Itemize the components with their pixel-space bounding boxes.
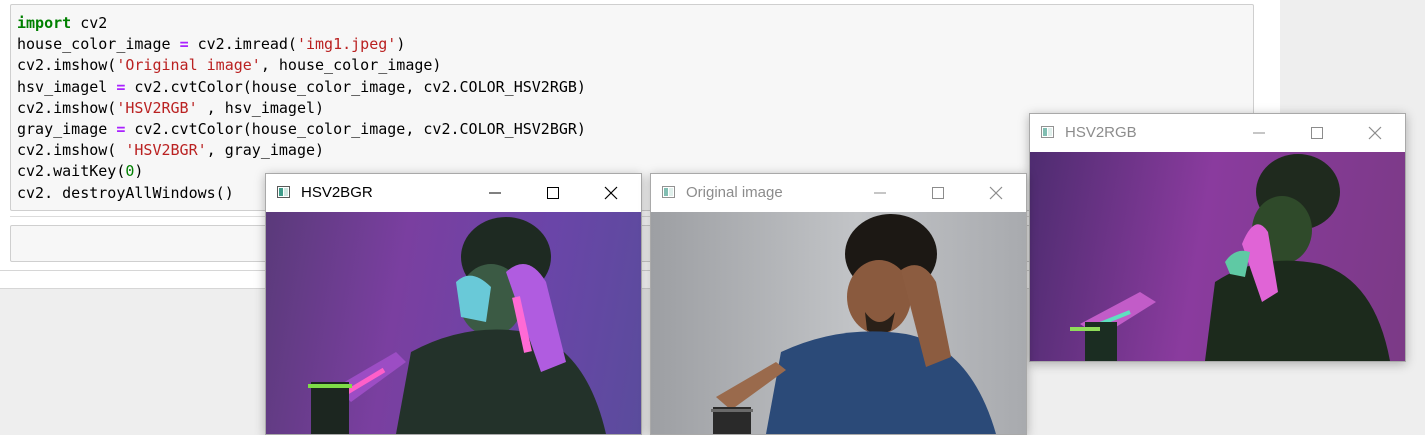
code-token: cv2.cvtColor(house_color_image, cv2.COLO… xyxy=(125,77,586,96)
close-icon xyxy=(989,186,1003,200)
minimize-button[interactable] xyxy=(852,174,910,212)
code-line[interactable]: import cv2 xyxy=(17,13,586,34)
close-icon xyxy=(1368,126,1382,140)
hsv2rgb-photo-content xyxy=(1070,154,1390,361)
maximize-icon xyxy=(1311,127,1323,139)
original-image-window[interactable]: Original image xyxy=(650,173,1027,435)
code-token: ) xyxy=(134,162,144,181)
window-titlebar[interactable]: HSV2BGR xyxy=(266,174,641,212)
code-token: cv2.imshow( xyxy=(17,141,126,160)
code-line[interactable]: hsv_imagel = cv2.cvtColor(house_color_im… xyxy=(17,77,586,98)
code-token: cv2.waitKey( xyxy=(17,162,126,181)
hsv2bgr-image xyxy=(266,212,641,434)
original-image xyxy=(651,212,1026,434)
maximize-button[interactable] xyxy=(1289,114,1347,152)
maximize-icon xyxy=(547,187,559,199)
code-line[interactable]: gray_image = cv2.cvtColor(house_color_im… xyxy=(17,119,586,140)
close-button[interactable] xyxy=(583,174,641,212)
hsv2rgb-image xyxy=(1030,152,1405,361)
window-title: HSV2RGB xyxy=(1065,124,1137,141)
code-token: 'img1.jpeg' xyxy=(296,35,397,54)
minimize-icon xyxy=(1253,132,1265,134)
code-token: cv2. destroyAllWindows() xyxy=(17,183,234,202)
minimize-icon xyxy=(489,192,501,194)
code-line[interactable]: cv2.imshow('Original image', house_color… xyxy=(17,55,586,76)
code-token: cv2.imshow( xyxy=(17,98,117,117)
code-line[interactable]: cv2.imshow( 'HSV2BGR', gray_image) xyxy=(17,140,586,161)
minimize-button[interactable] xyxy=(1231,114,1289,152)
maximize-button[interactable] xyxy=(910,174,968,212)
code-token: house_color_image xyxy=(17,35,180,54)
code-line[interactable]: cv2.imshow('HSV2RGB' , hsv_imagel) xyxy=(17,98,586,119)
window-titlebar[interactable]: Original image xyxy=(651,174,1026,212)
code-token: hsv_imagel xyxy=(17,77,117,96)
window-titlebar[interactable]: HSV2RGB xyxy=(1030,114,1405,152)
original-photo-content xyxy=(711,214,996,434)
code-token: , gray_image) xyxy=(206,141,325,160)
code-token: = xyxy=(179,35,189,54)
code-token: , house_color_image) xyxy=(260,56,442,75)
window-title: HSV2BGR xyxy=(301,184,373,201)
opencv-window-icon xyxy=(662,186,675,198)
code-token: cv2.imread( xyxy=(188,35,297,54)
opencv-window-icon xyxy=(277,186,290,198)
code-token: import xyxy=(17,14,72,32)
code-token: cv2 xyxy=(71,14,108,32)
code-token: gray_image xyxy=(17,120,117,139)
window-title: Original image xyxy=(686,184,783,201)
hsv2bgr-photo-content xyxy=(308,217,606,434)
code-token: , hsv_imagel) xyxy=(197,98,325,117)
hsv2rgb-window[interactable]: HSV2RGB xyxy=(1029,113,1406,362)
close-button[interactable] xyxy=(1347,114,1405,152)
maximize-button[interactable] xyxy=(525,174,583,212)
code-token: cv2.cvtColor(house_color_image, cv2.COLO… xyxy=(125,120,586,139)
code-token: 'Original image' xyxy=(116,56,261,75)
code-line[interactable]: house_color_image = cv2.imread('img1.jpe… xyxy=(17,34,586,55)
code-token: ) xyxy=(396,35,406,54)
minimize-icon xyxy=(874,192,886,194)
code-token: cv2.imshow( xyxy=(17,56,117,75)
opencv-window-icon xyxy=(1041,126,1054,138)
code-token: 'HSV2BGR' xyxy=(125,141,207,160)
hsv2bgr-window[interactable]: HSV2BGR xyxy=(265,173,642,435)
maximize-icon xyxy=(932,187,944,199)
close-button[interactable] xyxy=(968,174,1026,212)
close-icon xyxy=(604,186,618,200)
code-token: 'HSV2RGB' xyxy=(116,98,198,117)
minimize-button[interactable] xyxy=(467,174,525,212)
